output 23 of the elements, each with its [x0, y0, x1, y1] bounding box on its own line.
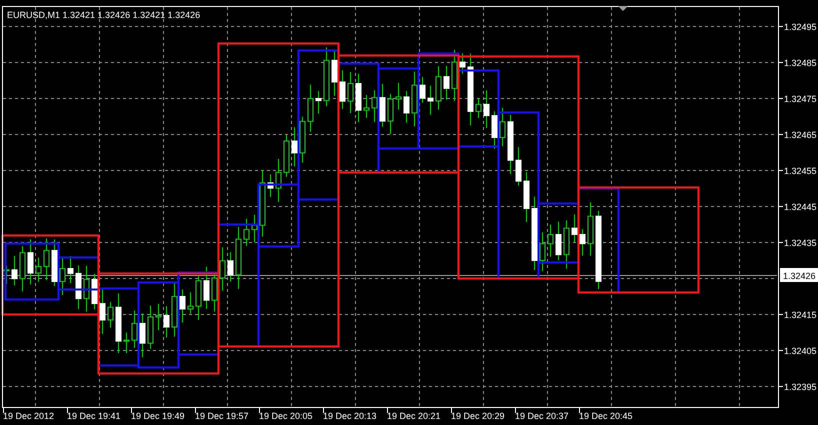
time-label: 19 Dec 2012 [3, 411, 54, 421]
time-label: 19 Dec 20:13 [323, 411, 377, 421]
chart-title: EURUSD,M1 1.32421 1.32426 1.32421 1.32426 [7, 10, 200, 20]
price-label: 1.32405 [784, 346, 817, 356]
price-label: 1.32435 [784, 238, 817, 248]
time-label: 19 Dec 19:41 [67, 411, 121, 421]
price-label: 1.32455 [784, 166, 817, 176]
current-price-label: 1.32426 [783, 271, 816, 281]
price-label: 1.32475 [784, 94, 817, 104]
price-label: 1.32395 [784, 382, 817, 392]
triangle-icon [618, 6, 628, 11]
time-label: 19 Dec 20:21 [387, 411, 441, 421]
time-label: 19 Dec 19:49 [131, 411, 185, 421]
time-label: 19 Dec 19:57 [195, 411, 249, 421]
price-label: 1.32465 [784, 130, 817, 140]
price-label: 1.32415 [784, 310, 817, 320]
time-label: 19 Dec 20:37 [515, 411, 569, 421]
time-label: 19 Dec 20:05 [259, 411, 313, 421]
price-label: 1.32485 [784, 58, 817, 68]
price-label: 1.32495 [784, 22, 817, 32]
time-label: 19 Dec 20:29 [451, 411, 505, 421]
price-label: 1.32445 [784, 202, 817, 212]
time-label: 19 Dec 20:45 [579, 411, 633, 421]
